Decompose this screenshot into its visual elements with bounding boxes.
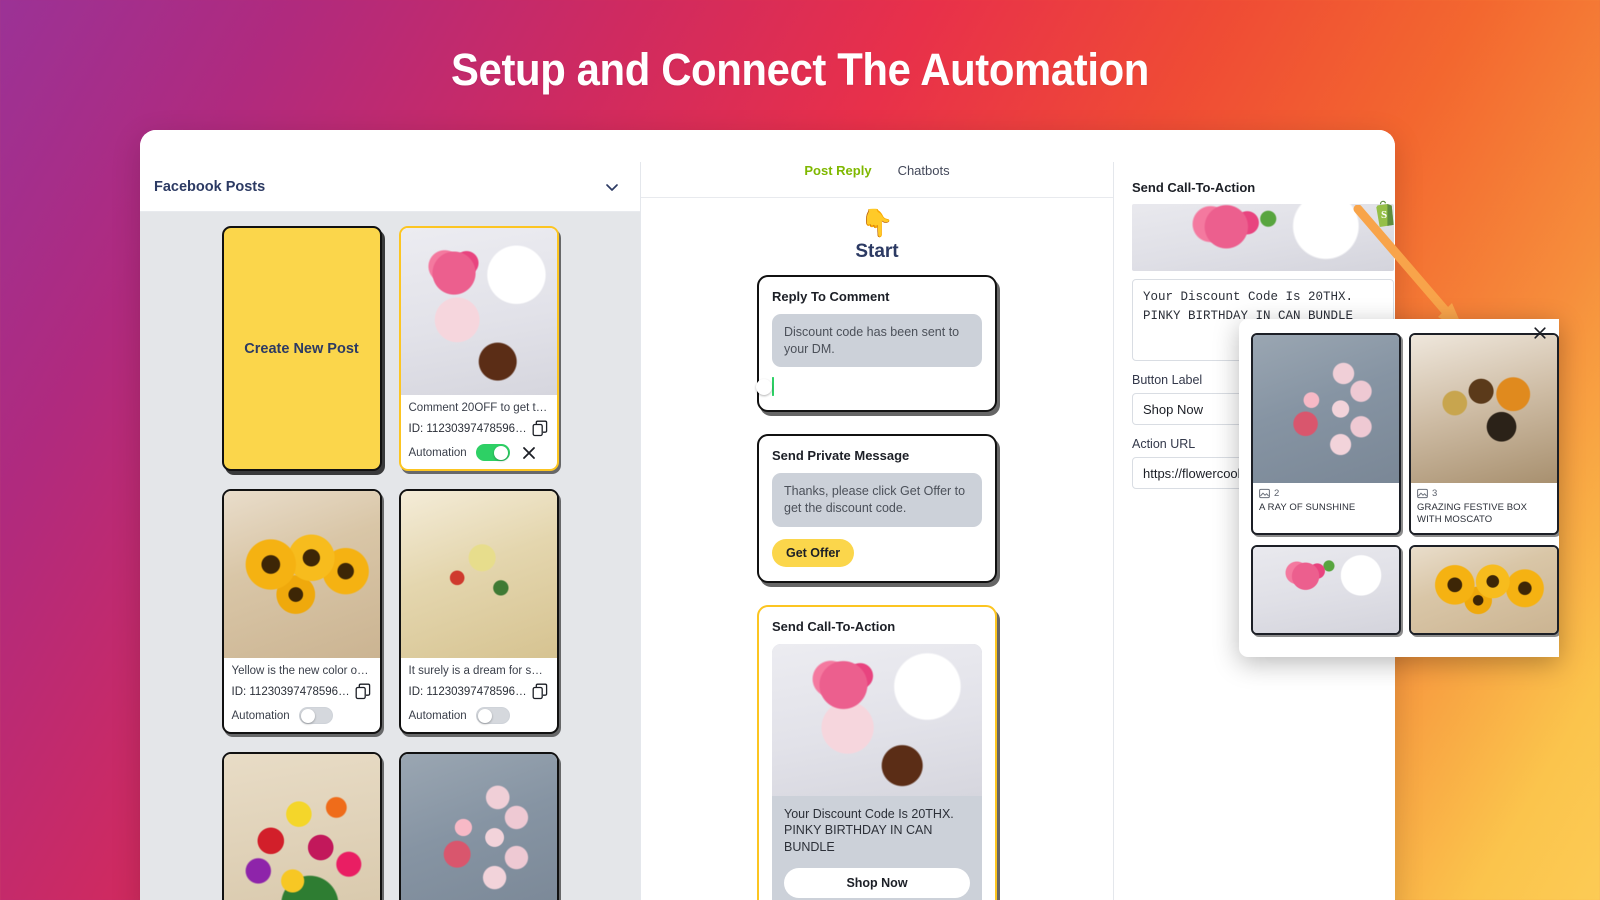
post-id-row: ID: 112303974785969… xyxy=(409,420,549,437)
post-automation-row: Automation xyxy=(409,707,549,724)
product-card[interactable]: 3 GRAZING FESTIVE BOX WITH MOSCATO xyxy=(1409,333,1559,535)
post-id: ID: 112303974785969… xyxy=(231,685,355,698)
post-meta: It surely is a dream for som… ID: 112303… xyxy=(401,658,557,732)
post-card[interactable]: It surely is a dream for som… ID: 112303… xyxy=(398,489,559,734)
product-name: GRAZING FESTIVE BOX WITH MOSCATO xyxy=(1417,502,1528,526)
close-icon[interactable] xyxy=(521,445,537,461)
page-title: Setup and Connect The Automation xyxy=(451,44,1149,95)
flow-card-toggle-wrap xyxy=(756,377,982,397)
cta-preview-image: S xyxy=(1132,200,1394,271)
flow-start-label: Start xyxy=(855,241,899,262)
post-card[interactable] xyxy=(398,752,559,900)
post-caption: It surely is a dream for som… xyxy=(408,665,549,677)
product-card[interactable] xyxy=(1409,544,1559,635)
automation-flow-panel: Post Reply Chatbots 👇 Start Reply To Com… xyxy=(641,162,1114,900)
automation-toggle[interactable] xyxy=(298,707,333,724)
product-thumbnail xyxy=(1411,335,1557,483)
product-name: A RAY OF SUNSHINE xyxy=(1259,502,1356,513)
automation-label: Automation xyxy=(408,709,467,722)
app-body: Facebook Posts Create New Post Comment 2… xyxy=(140,162,1395,900)
flow-scroll-area[interactable]: 👇 Start Reply To Comment Discount code h… xyxy=(641,198,1113,900)
posts-scroll-area[interactable]: Create New Post Comment 20OFF to get the… xyxy=(140,212,640,900)
create-new-post-button[interactable]: Create New Post xyxy=(221,226,382,471)
pointing-down-hand-icon: 👇 xyxy=(860,208,894,238)
flow-card-message: Thanks, please click Get Offer to get th… xyxy=(772,473,982,527)
post-thumbnail xyxy=(400,754,557,900)
cta-body: Your Discount Code Is 20THX. PINKY BIRTH… xyxy=(772,795,982,900)
post-id: ID: 112303974785969… xyxy=(408,422,532,435)
automation-toggle[interactable] xyxy=(475,707,510,724)
flow-card-message: Discount code has been sent to your DM. xyxy=(772,314,982,368)
shop-now-button[interactable]: Shop Now xyxy=(784,868,970,899)
copy-icon[interactable] xyxy=(355,683,372,700)
product-thumbnail xyxy=(1253,546,1399,633)
product-meta: 3 GRAZING FESTIVE BOX WITH MOSCATO xyxy=(1411,483,1557,533)
flow-card-send-call-to-action[interactable]: Send Call-To-Action Your Discount Code I… xyxy=(757,604,997,900)
post-thumbnail xyxy=(400,228,557,395)
post-thumbnail xyxy=(223,491,380,658)
post-automation-row: Automation xyxy=(232,707,372,724)
app-window: Facebook Posts Create New Post Comment 2… xyxy=(140,130,1395,900)
copy-icon[interactable] xyxy=(532,420,549,437)
post-card[interactable]: Comment 20OFF to get the … ID: 112303974… xyxy=(398,226,559,471)
post-card[interactable] xyxy=(221,752,382,900)
posts-grid: Create New Post Comment 20OFF to get the… xyxy=(140,226,640,900)
post-id-row: ID: 112303974785969… xyxy=(409,683,549,700)
flow-card-title: Reply To Comment xyxy=(772,289,890,304)
post-meta: Yellow is the new color of lov… ID: 1123… xyxy=(224,658,380,732)
post-card[interactable]: Yellow is the new color of lov… ID: 1123… xyxy=(221,489,382,734)
tab-chatbots[interactable]: Chatbots xyxy=(898,163,950,178)
cta-image xyxy=(772,643,982,796)
get-offer-button[interactable]: Get Offer xyxy=(772,538,855,567)
product-image-count: 3 xyxy=(1432,488,1438,499)
post-caption: Yellow is the new color of lov… xyxy=(231,665,372,677)
flow-card-reply-to-comment[interactable]: Reply To Comment Discount code has been … xyxy=(756,275,997,413)
post-id-row: ID: 112303974785969… xyxy=(232,683,372,700)
automation-label: Automation xyxy=(408,446,467,459)
facebook-posts-panel: Facebook Posts Create New Post Comment 2… xyxy=(140,162,641,900)
product-image-count: 2 xyxy=(1274,488,1280,499)
product-grid: 2 A RAY OF SUNSHINE 3 GRAZING FESTIVE BO… xyxy=(1251,333,1559,635)
product-card[interactable]: 2 A RAY OF SUNSHINE xyxy=(1251,333,1401,535)
product-thumbnail xyxy=(1411,546,1557,633)
product-meta: 2 A RAY OF SUNSHINE xyxy=(1253,483,1399,521)
post-meta: Comment 20OFF to get the … ID: 112303974… xyxy=(401,395,557,469)
post-caption: Comment 20OFF to get the … xyxy=(408,402,549,414)
reply-enabled-toggle[interactable] xyxy=(756,377,774,397)
close-icon[interactable] xyxy=(1532,325,1548,341)
product-picker-popup[interactable]: 2 A RAY OF SUNSHINE 3 GRAZING FESTIVE BO… xyxy=(1239,319,1559,657)
image-count-icon: 2 xyxy=(1259,488,1393,499)
post-id: ID: 112303974785969… xyxy=(408,685,532,698)
window-titlebar xyxy=(140,130,1395,162)
create-new-post-label: Create New Post xyxy=(244,340,359,357)
copy-icon[interactable] xyxy=(532,683,549,700)
chevron-down-icon[interactable] xyxy=(604,179,620,195)
product-card[interactable] xyxy=(1251,544,1401,635)
post-thumbnail xyxy=(223,754,380,900)
svg-text:S: S xyxy=(1381,209,1387,221)
flow-card-title: Send Private Message xyxy=(772,448,910,464)
facebook-posts-title: Facebook Posts xyxy=(154,178,266,195)
flow-card-send-private-message[interactable]: Send Private Message Thanks, please clic… xyxy=(757,434,997,583)
post-automation-row: Automation xyxy=(409,444,549,461)
cta-media: Your Discount Code Is 20THX. PINKY BIRTH… xyxy=(772,643,982,900)
flow-tabs: Post Reply Chatbots xyxy=(641,162,1113,198)
facebook-posts-header[interactable]: Facebook Posts xyxy=(140,162,640,212)
cta-text: Your Discount Code Is 20THX. PINKY BIRTH… xyxy=(784,806,954,855)
tab-post-reply[interactable]: Post Reply xyxy=(804,163,871,178)
automation-label: Automation xyxy=(231,709,290,722)
post-thumbnail xyxy=(400,491,557,658)
product-thumbnail xyxy=(1253,335,1399,483)
shopify-bag-icon[interactable]: S xyxy=(1372,200,1395,228)
flow-card-title: Send Call-To-Action xyxy=(772,618,896,634)
automation-toggle[interactable] xyxy=(475,444,510,461)
image-count-icon: 3 xyxy=(1417,488,1551,499)
cta-settings-title: Send Call-To-Action xyxy=(1132,180,1256,195)
